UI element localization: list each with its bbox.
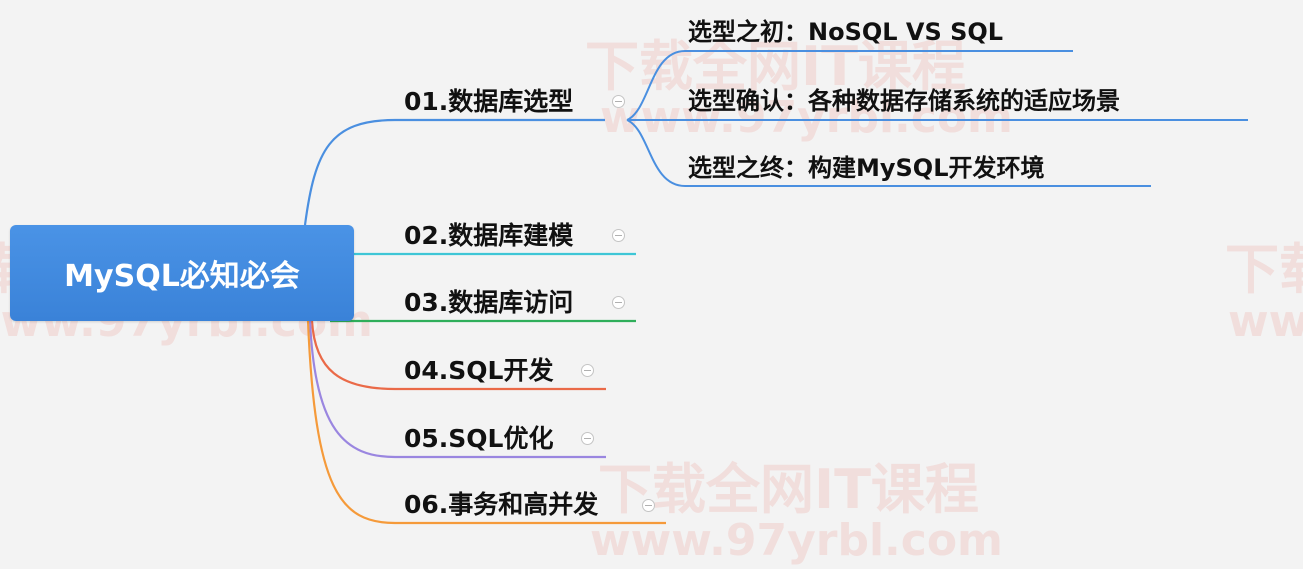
expand-icon[interactable] [581, 432, 594, 445]
collapse-icon[interactable] [612, 95, 625, 108]
expand-icon[interactable] [581, 364, 594, 377]
branch-node-03[interactable]: 03.数据库访问 [404, 290, 573, 315]
branch-node-02[interactable]: 02.数据库建模 [404, 223, 573, 248]
branch-node-06[interactable]: 06.事务和高并发 [404, 492, 598, 517]
branch-label: 02.数据库建模 [404, 221, 574, 250]
leaf-label: 选型确认：各种数据存储系统的适应场景 [688, 87, 1120, 115]
branch-label: 03.数据库访问 [404, 288, 574, 317]
branch-connector [303, 118, 605, 226]
branch-label: 04.SQL开发 [404, 356, 554, 385]
leaf-label: 选型之终：构建MySQL开发环境 [688, 154, 1045, 182]
expand-icon[interactable] [642, 499, 655, 512]
expand-icon[interactable] [612, 229, 625, 242]
branch-label: 01.数据库选型 [404, 87, 574, 116]
leaf-label: 选型之初：NoSQL VS SQL [688, 18, 1004, 46]
branch-node-04[interactable]: 04.SQL开发 [404, 358, 553, 383]
expand-icon[interactable] [612, 296, 625, 309]
branch-label: 06.事务和高并发 [404, 490, 599, 519]
root-node[interactable]: MySQL必知必会 [10, 225, 354, 321]
leaf-node[interactable]: 选型之终：构建MySQL开发环境 [688, 156, 1045, 180]
leaf-node[interactable]: 选型确认：各种数据存储系统的适应场景 [688, 89, 1120, 113]
root-label: MySQL必知必会 [64, 259, 300, 294]
leaf-node[interactable]: 选型之初：NoSQL VS SQL [688, 20, 1003, 44]
branch-label: 05.SQL优化 [404, 424, 554, 453]
branch-node-01[interactable]: 01.数据库选型 [404, 89, 573, 114]
branch-node-05[interactable]: 05.SQL优化 [404, 426, 553, 451]
